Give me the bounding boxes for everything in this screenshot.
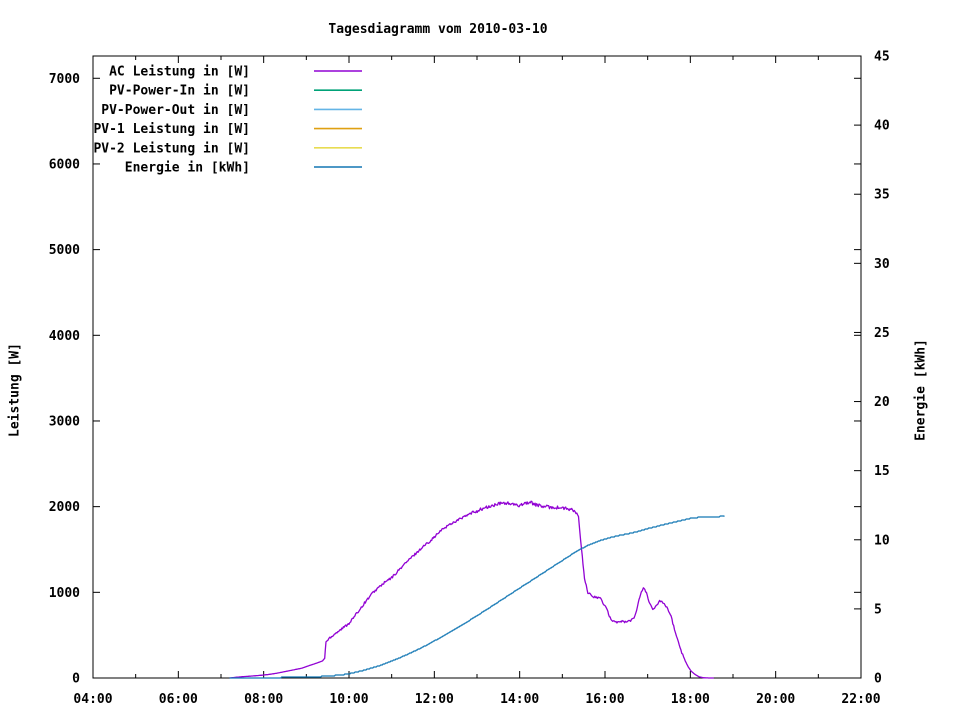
y-tick-label: 0 xyxy=(72,672,80,687)
series-line-ac-leistung xyxy=(229,500,714,679)
plot-area: 04:00 06:00 08:00 10:00 12:00 14:00 16:00 18:00… xyxy=(49,50,890,708)
y-tick-label: 3000 xyxy=(49,414,80,429)
legend-label: AC Leistung in [W] xyxy=(109,65,250,80)
y2-tick-label: 10 xyxy=(874,533,890,548)
y2-tick-label: 35 xyxy=(874,188,890,203)
y2-tick-label: 40 xyxy=(874,119,890,134)
legend-label: PV-Power-Out in [W] xyxy=(101,103,250,118)
x-tick-label: 12:00 xyxy=(415,692,454,707)
y-tick-label: 4000 xyxy=(49,329,80,344)
x-tick-label: 16:00 xyxy=(585,692,624,707)
y2-tick-label: 45 xyxy=(874,50,890,65)
x-tick-label: 22:00 xyxy=(841,692,880,707)
x-tick-label: 06:00 xyxy=(159,692,198,707)
y2-tick-label: 30 xyxy=(874,257,890,272)
x-tick-label: 08:00 xyxy=(244,692,283,707)
y2-tick-label: 0 xyxy=(874,672,882,687)
x-tick-label: 20:00 xyxy=(756,692,795,707)
y-tick-label: 6000 xyxy=(49,157,80,172)
y-tick-label: 2000 xyxy=(49,500,80,515)
x-tick-label: 04:00 xyxy=(73,692,112,707)
y-tick-label: 7000 xyxy=(49,72,80,87)
legend-label: PV-Power-In in [W] xyxy=(109,84,250,99)
y2-tick-label: 5 xyxy=(874,602,882,617)
y-tick-label: 1000 xyxy=(49,586,80,601)
legend-label: PV-2 Leistung in [W] xyxy=(93,141,250,156)
y2-tick-label: 25 xyxy=(874,326,890,341)
y2-tick-label: 15 xyxy=(874,464,890,479)
x-tick-label: 14:00 xyxy=(500,692,539,707)
legend-label: PV-1 Leistung in [W] xyxy=(93,122,250,137)
y-tick-label: 5000 xyxy=(49,243,80,258)
x-tick-label: 18:00 xyxy=(671,692,710,707)
series-line-energie xyxy=(229,515,725,679)
chart-canvas: Tagesdiagramm vom 2010-03-10 Leistung [W… xyxy=(0,0,960,720)
legend-label: Energie in [kWh] xyxy=(125,161,250,176)
y2-tick-label: 20 xyxy=(874,395,890,410)
x-tick-label: 10:00 xyxy=(329,692,368,707)
